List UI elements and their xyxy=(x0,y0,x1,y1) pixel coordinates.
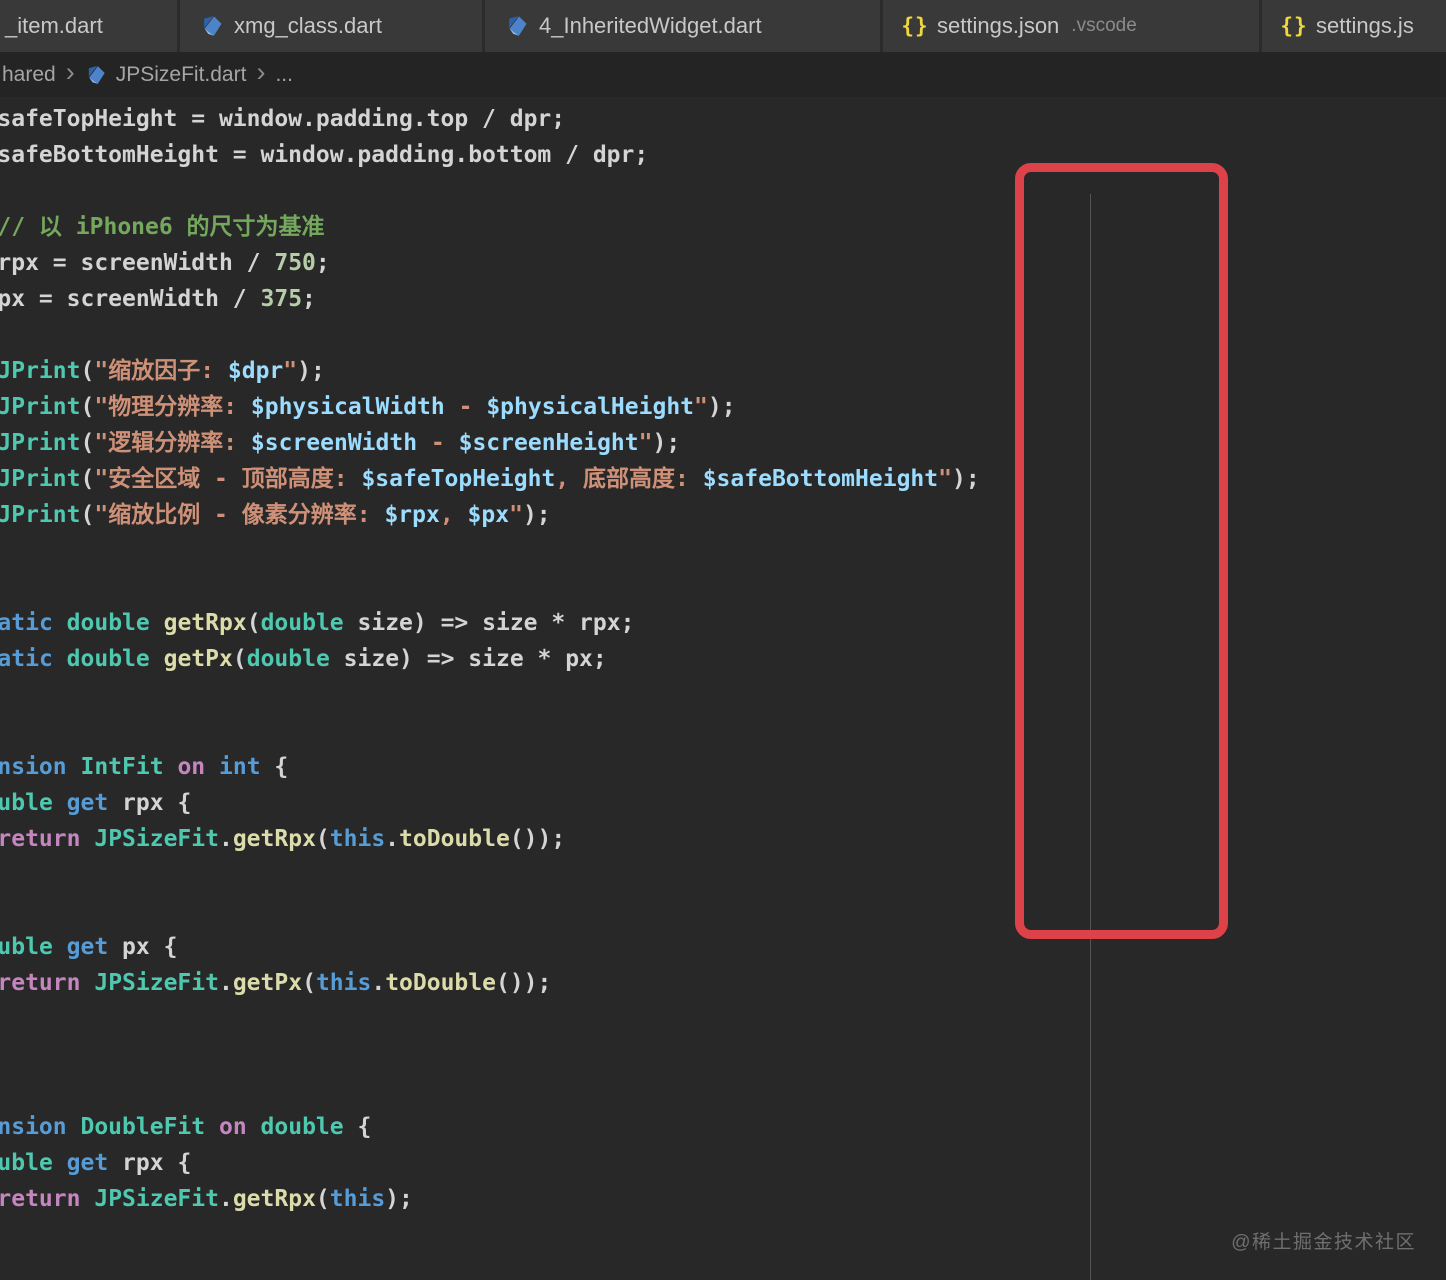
annotation-rectangle xyxy=(1015,163,1228,939)
code-line: JPrint("缩放比例 - 像素分辨率: $rpx, $px"); xyxy=(0,502,551,528)
json-icon: {} xyxy=(901,14,929,38)
code-line: } xyxy=(0,857,980,893)
code-line: JPrint("安全区域 - 顶部高度: $safeTopHeight, 底部高… xyxy=(0,466,980,492)
code-line: extension DoubleFit on double { xyxy=(0,1114,372,1140)
breadcrumb-item[interactable]: hared xyxy=(2,63,56,87)
chevron-right-icon: › xyxy=(256,57,266,87)
breadcrumb-label: hared xyxy=(2,62,56,86)
tab-settings.json[interactable]: {} settings.json .vscode xyxy=(883,0,1262,52)
code-line: } xyxy=(0,1037,980,1073)
tab-suffix: .vscode xyxy=(1071,15,1137,36)
code-line: px = screenWidth / 375; xyxy=(0,286,316,312)
breadcrumb-label: ... xyxy=(275,62,293,86)
code-area: safeTopHeight = window.padding.top / dpr… xyxy=(0,101,980,1280)
code-line: double get rpx { xyxy=(0,790,192,816)
code-line: double get rpx { xyxy=(0,1150,192,1176)
editor[interactable]: safeTopHeight = window.padding.top / dpr… xyxy=(0,97,1446,1280)
tab-4_InheritedWidget.dart[interactable]: 4_InheritedWidget.dart xyxy=(485,0,883,52)
dart-icon xyxy=(505,14,529,38)
tab-label: settings.js xyxy=(1316,13,1414,38)
breadcrumb-item[interactable]: ... xyxy=(275,63,293,87)
tab-label: _item.dart xyxy=(5,13,103,38)
code-line: safeTopHeight = window.padding.top / dpr… xyxy=(0,106,566,132)
code-line: return JPSizeFit.getRpx(this.toDouble())… xyxy=(0,826,566,852)
code-line: } xyxy=(0,1001,980,1037)
json-icon: {} xyxy=(1280,14,1308,38)
dart-icon xyxy=(200,14,224,38)
watermark: @稀土掘金技术社区 xyxy=(1231,1232,1416,1253)
code-line: static double getRpx(double size) => siz… xyxy=(0,610,635,636)
tab-bar: _item.dart xmg_class.dart 4_InheritedWidge… xyxy=(0,0,1446,52)
tab-label: settings.json xyxy=(937,13,1060,38)
code-line: extension IntFit on int { xyxy=(0,754,289,780)
tab-_item.dart[interactable]: _item.dart xyxy=(0,0,180,52)
code-line: JPrint("逻辑分辨率: $screenWidth - $screenHei… xyxy=(0,430,681,456)
tab-xmg_class.dart[interactable]: xmg_class.dart xyxy=(180,0,485,52)
code-line: JPrint("物理分辨率: $physicalWidth - $physica… xyxy=(0,394,736,420)
breadcrumb: hared › JPSizeFit.dart ›... xyxy=(0,52,1446,97)
code-line: double get px { xyxy=(0,934,178,960)
code-line: safeBottomHeight = window.padding.bottom… xyxy=(0,142,649,168)
tab-settings.js[interactable]: {} settings.js xyxy=(1262,0,1446,52)
code-line: rpx = screenWidth / 750; xyxy=(0,250,330,276)
code-line: } xyxy=(0,677,980,713)
chevron-right-icon: › xyxy=(65,57,75,87)
dart-icon xyxy=(85,64,107,86)
code-line: JPrint("缩放因子: $dpr"); xyxy=(0,358,325,384)
breadcrumb-label: JPSizeFit.dart xyxy=(115,62,247,86)
code-line: static double getPx(double size) => size… xyxy=(0,646,607,672)
tab-label: 4_InheritedWidget.dart xyxy=(539,13,762,38)
code-line: } xyxy=(0,1217,980,1253)
code-line: return JPSizeFit.getRpx(this); xyxy=(0,1186,413,1212)
code-line: // 以 iPhone6 的尺寸为基准 xyxy=(0,214,325,240)
breadcrumb-item[interactable]: JPSizeFit.dart xyxy=(85,62,247,87)
code-line: return JPSizeFit.getPx(this.toDouble()); xyxy=(0,970,552,996)
tab-label: xmg_class.dart xyxy=(234,13,382,38)
code-line: } xyxy=(0,533,980,569)
